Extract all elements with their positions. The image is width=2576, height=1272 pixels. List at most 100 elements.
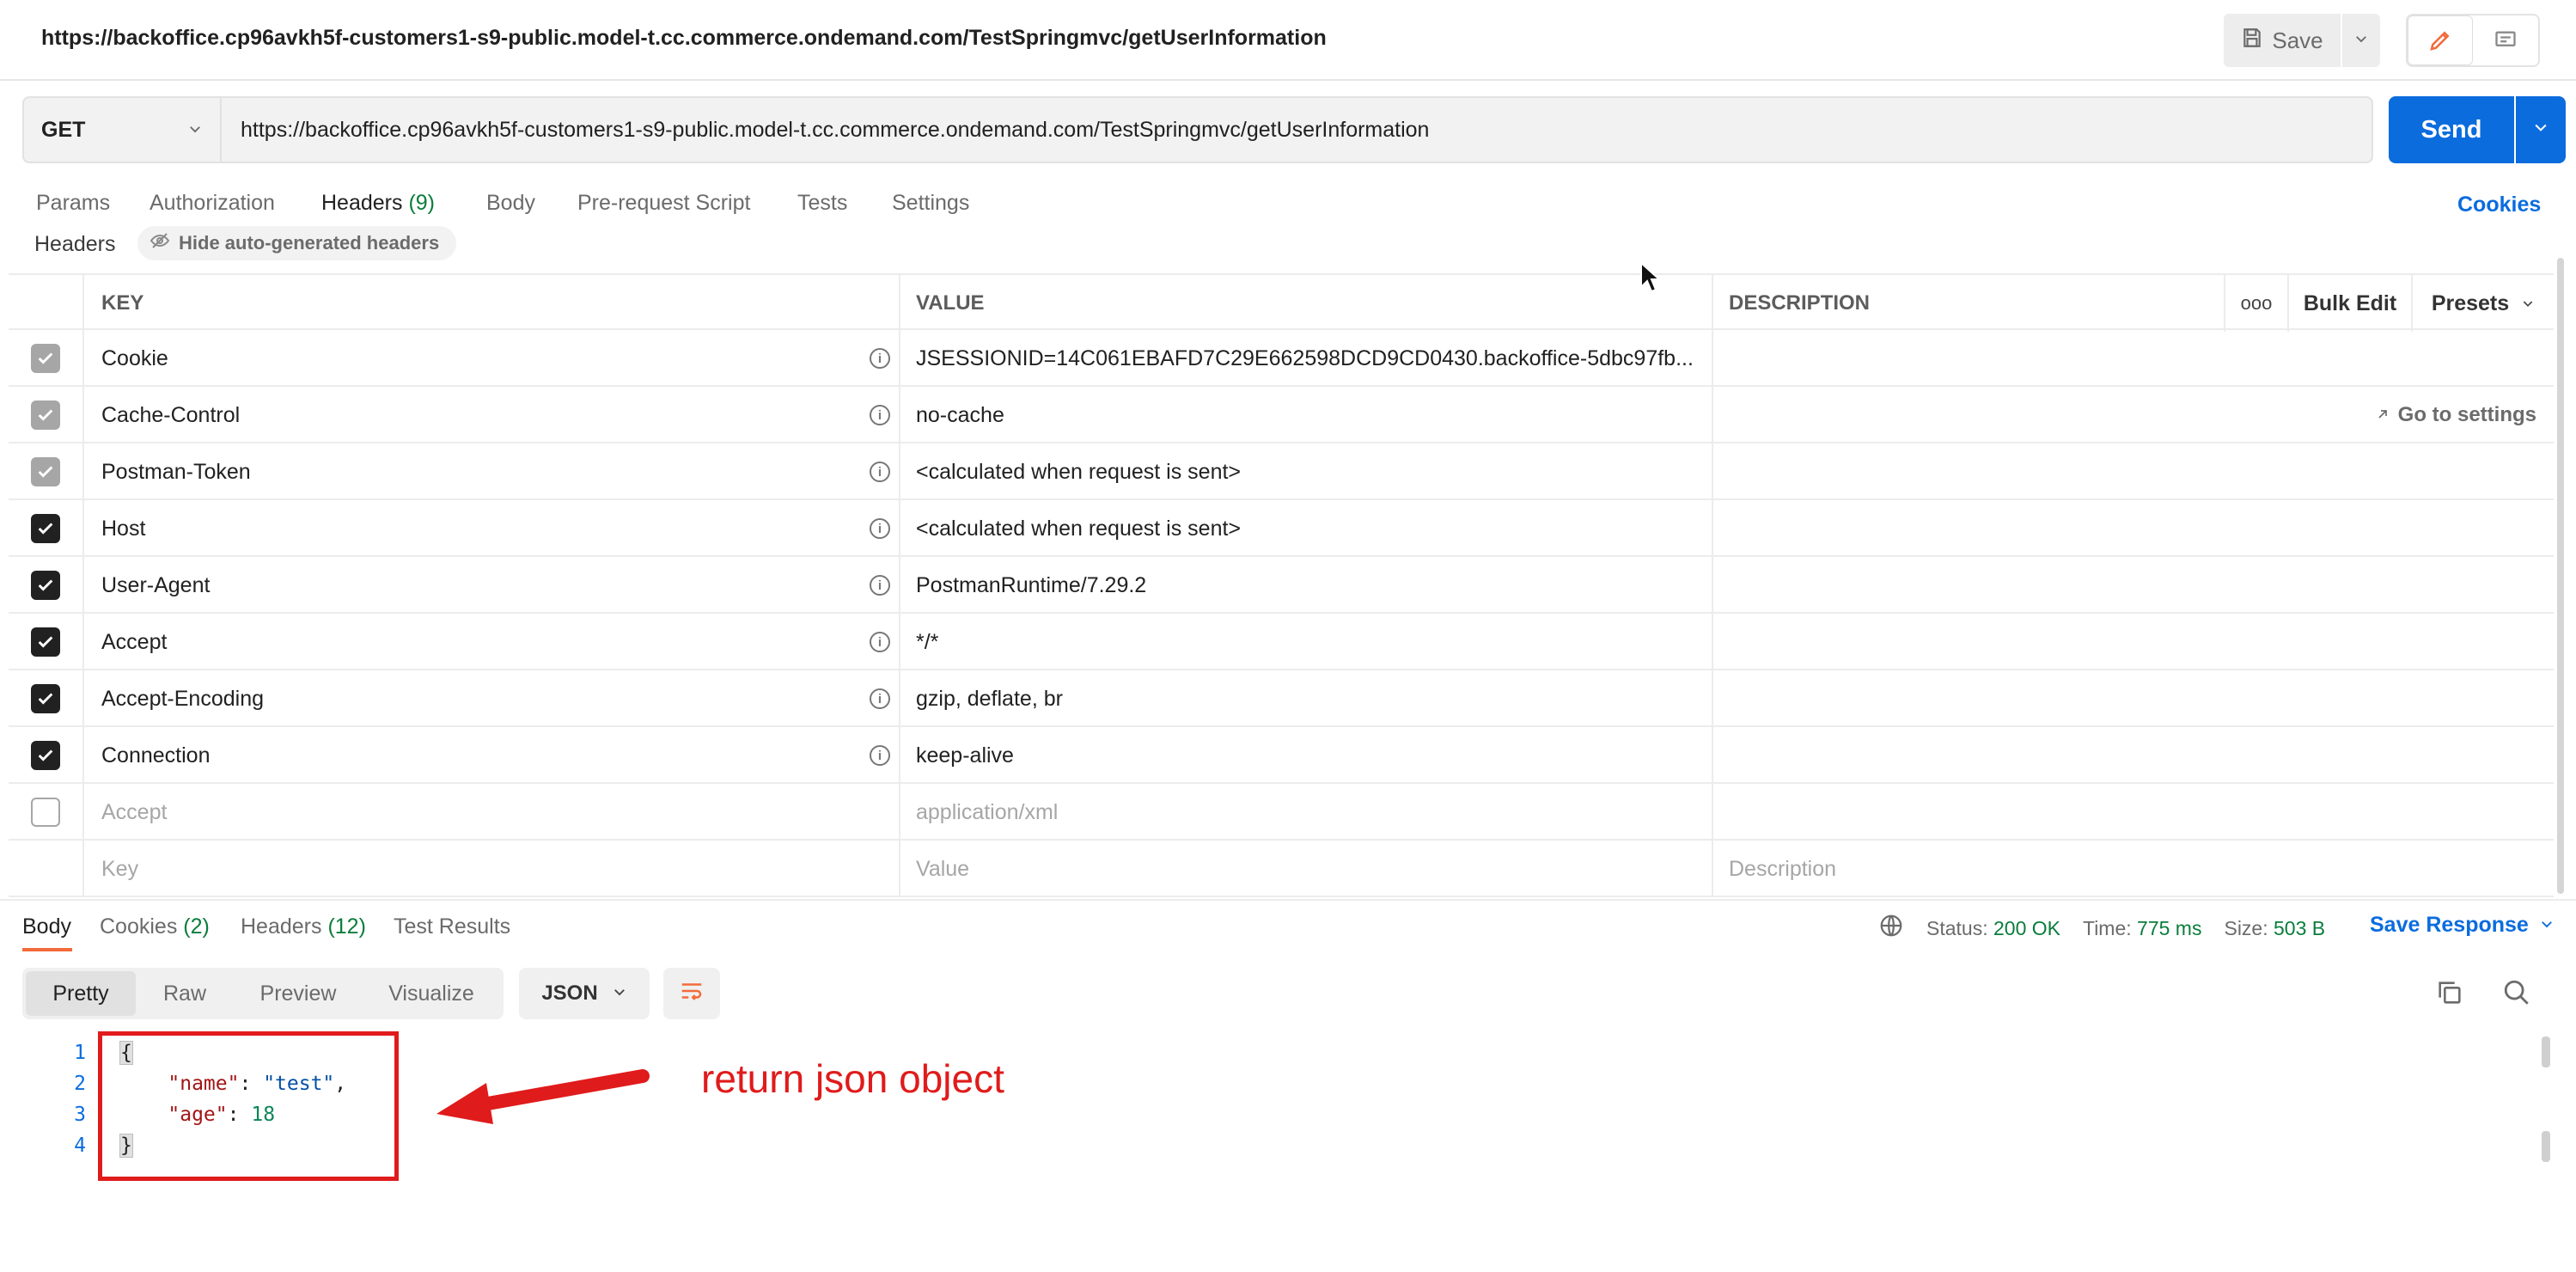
header-value-cell[interactable]: JSESSIONID=14C061EBAFD7C29E662598DCD9CD0…: [900, 330, 1713, 387]
header-enabled-checkbox[interactable]: [31, 741, 60, 770]
response-tab-headers[interactable]: Headers (12): [241, 914, 366, 939]
method-select[interactable]: GET: [22, 96, 222, 163]
table-row: Accept i */*: [9, 614, 2554, 670]
mouse-cursor-icon: [1639, 260, 1662, 300]
row-checkbox-cell: [9, 727, 84, 784]
header-value-cell[interactable]: gzip, deflate, br: [900, 670, 1713, 727]
cookies-link[interactable]: Cookies: [2457, 193, 2541, 217]
header-value-cell[interactable]: no-cache: [900, 387, 1713, 443]
globe-icon[interactable]: [1878, 913, 1904, 944]
info-icon[interactable]: i: [870, 745, 890, 766]
header-enabled-checkbox[interactable]: [31, 401, 60, 430]
chevron-down-icon: [2532, 118, 2549, 142]
info-icon[interactable]: i: [870, 405, 890, 425]
header-key-cell[interactable]: Accept i: [84, 614, 900, 670]
header-description-cell[interactable]: [1713, 557, 2554, 614]
wrap-lines-button[interactable]: [663, 968, 720, 1019]
new-key-input[interactable]: Key: [84, 841, 900, 897]
tab-settings[interactable]: Settings: [892, 191, 969, 216]
header-enabled-checkbox[interactable]: [31, 344, 60, 373]
header-description-cell[interactable]: [1713, 443, 2554, 500]
header-key-cell[interactable]: Connection i: [84, 727, 900, 784]
url-input[interactable]: https://backoffice.cp96avkh5f-customers1…: [222, 96, 2373, 163]
view-preview[interactable]: Preview: [234, 971, 363, 1016]
request-title[interactable]: https://backoffice.cp96avkh5f-customers1…: [41, 26, 1327, 51]
tab-headers-label: Headers: [321, 191, 403, 215]
info-icon[interactable]: i: [870, 688, 890, 709]
header-key-cell[interactable]: User-Agent i: [84, 557, 900, 614]
header-key-cell[interactable]: Cache-Control i: [84, 387, 900, 443]
header-description-cell[interactable]: [1713, 500, 2554, 557]
tab-authorization[interactable]: Authorization: [150, 191, 275, 216]
header-description-cell[interactable]: [1713, 784, 2554, 841]
header-description-cell[interactable]: [1713, 727, 2554, 784]
more-options-button[interactable]: ooo: [2224, 275, 2287, 332]
line-number: 4: [74, 1134, 86, 1157]
header-key-cell[interactable]: Host i: [84, 500, 900, 557]
header-key-cell[interactable]: Postman-Token i: [84, 443, 900, 500]
info-icon[interactable]: i: [870, 348, 890, 369]
view-visualize[interactable]: Visualize: [363, 971, 500, 1016]
column-header-value: VALUE: [900, 275, 1713, 332]
response-view-toggle: Pretty Raw Preview Visualize: [22, 968, 504, 1019]
tab-prerequest-script[interactable]: Pre-request Script: [577, 191, 750, 216]
send-options-button[interactable]: [2516, 96, 2566, 163]
search-icon[interactable]: [2502, 978, 2531, 1013]
header-enabled-checkbox[interactable]: [31, 571, 60, 600]
header-value-cell[interactable]: */*: [900, 614, 1713, 670]
response-tab-cookies[interactable]: Cookies (2): [100, 914, 210, 939]
header-enabled-checkbox[interactable]: [31, 627, 60, 657]
save-response-button[interactable]: Save Response: [2370, 913, 2555, 938]
info-icon[interactable]: i: [870, 575, 890, 596]
tab-body[interactable]: Body: [486, 191, 535, 216]
header-value-cell[interactable]: <calculated when request is sent>: [900, 443, 1713, 500]
info-icon[interactable]: i: [870, 518, 890, 539]
header-description-cell[interactable]: [1713, 670, 2554, 727]
header-value-cell[interactable]: PostmanRuntime/7.29.2: [900, 557, 1713, 614]
view-raw[interactable]: Raw: [136, 971, 234, 1016]
view-pretty[interactable]: Pretty: [26, 971, 136, 1016]
tab-headers[interactable]: Headers (9): [321, 191, 435, 216]
tab-params[interactable]: Params: [36, 191, 110, 216]
new-description-input[interactable]: Description: [1713, 841, 2554, 897]
header-enabled-checkbox[interactable]: [31, 798, 60, 827]
header-enabled-checkbox[interactable]: [31, 514, 60, 543]
save-options-button[interactable]: [2342, 14, 2380, 67]
response-tab-test-results[interactable]: Test Results: [394, 914, 510, 939]
header-enabled-checkbox[interactable]: [31, 457, 60, 486]
header-description-cell[interactable]: [1713, 614, 2554, 670]
info-icon[interactable]: i: [870, 632, 890, 652]
editor-scrollbar[interactable]: [2542, 1131, 2550, 1162]
response-tab-body[interactable]: Body: [22, 914, 71, 939]
bulk-edit-button[interactable]: Bulk Edit: [2287, 275, 2411, 332]
header-description-cell[interactable]: Go to settings: [1713, 387, 2554, 443]
comment-icon[interactable]: [2473, 15, 2538, 65]
presets-dropdown[interactable]: Presets: [2411, 275, 2554, 332]
header-key-cell[interactable]: Accept-Encoding i: [84, 670, 900, 727]
hide-auto-headers-toggle[interactable]: Hide auto-generated headers: [137, 226, 457, 260]
format-select[interactable]: JSON: [519, 968, 650, 1019]
method-label: GET: [41, 117, 86, 142]
eye-off-icon: [150, 230, 170, 256]
header-value-cell[interactable]: keep-alive: [900, 727, 1713, 784]
headers-scrollbar[interactable]: [2557, 258, 2564, 894]
line-number: 1: [74, 1042, 86, 1064]
save-button[interactable]: Save: [2224, 14, 2341, 67]
header-value-cell[interactable]: application/xml: [900, 784, 1713, 841]
info-icon[interactable]: i: [870, 462, 890, 482]
go-to-settings-link[interactable]: Go to settings: [2376, 387, 2536, 443]
header-enabled-checkbox[interactable]: [31, 684, 60, 713]
header-key-cell[interactable]: Cookie i: [84, 330, 900, 387]
header-key-text: Accept: [101, 799, 168, 824]
tab-tests[interactable]: Tests: [797, 191, 847, 216]
copy-icon[interactable]: [2435, 978, 2464, 1013]
header-value-cell[interactable]: <calculated when request is sent>: [900, 500, 1713, 557]
send-button[interactable]: Send: [2389, 96, 2514, 163]
header-key-cell[interactable]: Accept: [84, 784, 900, 841]
header-description-cell[interactable]: [1713, 330, 2554, 387]
header-key-text: Cookie: [101, 346, 168, 370]
side-panel-toggle: [2406, 14, 2540, 67]
new-value-input[interactable]: Value: [900, 841, 1713, 897]
edit-pencil-icon[interactable]: [2408, 15, 2473, 65]
editor-scrollbar[interactable]: [2542, 1037, 2550, 1067]
